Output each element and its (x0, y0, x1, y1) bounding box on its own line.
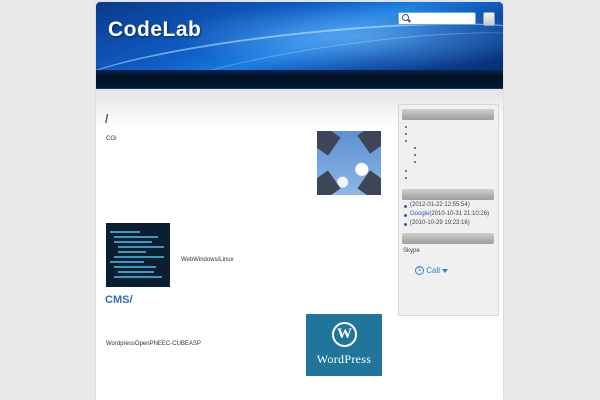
post-thumbnail-sky[interactable] (317, 131, 381, 195)
skype-icon: S (415, 266, 424, 276)
list-item[interactable] (405, 140, 407, 142)
code-line (118, 251, 146, 253)
building-shape (317, 131, 341, 156)
skype-label: Skype (403, 248, 420, 254)
building-shape (357, 170, 381, 195)
list-item[interactable] (405, 170, 407, 172)
chevron-down-icon (442, 268, 449, 273)
code-line (110, 261, 144, 263)
list-item[interactable] (405, 126, 407, 128)
search-icon (402, 14, 409, 21)
list-item[interactable] (405, 133, 407, 135)
recent-comment: (2010-10-29 19:23:16) (410, 220, 470, 226)
code-line (110, 231, 140, 233)
sidebar-widget-header (402, 233, 494, 244)
call-label: Call (426, 266, 441, 275)
post-caption: WebWindows/Linux (181, 257, 234, 263)
list-item (404, 223, 407, 226)
post-thumbnail-code[interactable] (106, 223, 170, 287)
search-box[interactable] (398, 12, 476, 25)
post-title[interactable]: / (105, 112, 108, 126)
sidebar: (2012-01-22 12:55:54) Google(2010-10-31 … (398, 104, 499, 316)
code-line (118, 246, 164, 248)
code-line (114, 236, 158, 238)
list-item[interactable] (414, 154, 416, 156)
wordpress-logo-image[interactable]: W WordPress (306, 314, 382, 376)
list-item (404, 205, 407, 208)
list-item[interactable] (414, 161, 416, 163)
site-title[interactable]: CodeLab (108, 18, 201, 42)
skype-call-button[interactable]: S Call (415, 266, 449, 276)
site-header: CodeLab (96, 2, 503, 134)
post-excerpt: WordpressOpenPNEEC-CUBEASP (106, 341, 201, 347)
code-line (114, 241, 152, 243)
sidebar-widget-header (402, 109, 494, 120)
comment-link[interactable]: Google (410, 211, 429, 217)
search-button[interactable] (483, 12, 495, 26)
code-line (118, 271, 154, 273)
list-item[interactable] (414, 147, 416, 149)
recent-comment: (2012-01-22 12:55:54) (410, 202, 470, 208)
wordpress-wordmark: WordPress (316, 352, 372, 366)
code-line (114, 276, 162, 278)
post-title-cms[interactable]: CMS/ (105, 294, 133, 306)
building-shape (357, 131, 381, 154)
building-shape (317, 170, 341, 195)
sidebar-widget-header (402, 189, 494, 200)
search-input[interactable] (411, 13, 471, 24)
list-item (404, 214, 407, 217)
code-line (114, 266, 156, 268)
code-line (114, 256, 164, 258)
nav-bar (96, 70, 503, 89)
page: CodeLab / CGI WebWindows/Linux CMS/ Word… (96, 2, 503, 400)
list-item[interactable] (405, 177, 407, 179)
wordpress-icon: W (332, 322, 357, 347)
post-excerpt: CGI (106, 136, 117, 142)
recent-comment: Google(2010-10-31 21:10:26) (410, 211, 490, 217)
